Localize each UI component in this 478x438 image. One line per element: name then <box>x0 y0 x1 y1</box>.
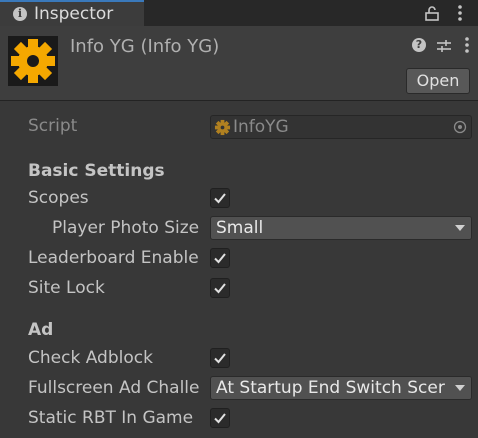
scopes-checkbox[interactable] <box>210 188 230 208</box>
check-adblock-label: Check Adblock <box>28 348 153 368</box>
site-lock-checkbox[interactable] <box>210 278 230 298</box>
section-basic-settings: Basic Settings <box>28 161 165 181</box>
gear-icon <box>8 36 58 86</box>
script-label: Script <box>28 116 78 136</box>
open-button[interactable]: Open <box>406 68 470 94</box>
tab-inspector[interactable]: i Inspector <box>0 0 144 26</box>
chevron-down-icon <box>449 217 471 239</box>
fullscreen-ad-value: At Startup End Switch Scer <box>216 378 445 398</box>
script-field[interactable]: InfoYG <box>210 115 472 139</box>
player-photo-size-dropdown[interactable]: Small <box>210 216 472 240</box>
gear-icon <box>214 119 231 136</box>
tab-bar: i Inspector <box>0 0 478 26</box>
checkmark-icon <box>214 413 226 424</box>
section-ad: Ad <box>28 320 54 340</box>
tab-label: Inspector <box>34 4 114 24</box>
checkmark-icon <box>214 193 226 204</box>
component-header: Info YG (Info YG) ? Open <box>0 26 478 100</box>
checkmark-icon <box>214 253 226 264</box>
player-photo-size-label: Player Photo Size <box>52 218 200 238</box>
player-photo-size-value: Small <box>216 218 264 238</box>
chevron-down-icon <box>449 377 471 399</box>
lock-icon[interactable] <box>424 5 440 21</box>
script-value: InfoYG <box>233 117 289 137</box>
leaderboard-enable-label: Leaderboard Enable <box>28 248 199 268</box>
fullscreen-ad-dropdown[interactable]: At Startup End Switch Scer <box>210 376 472 400</box>
static-rbt-label: Static RBT In Game <box>28 408 194 428</box>
scopes-label: Scopes <box>28 188 89 208</box>
component-title: Info YG (Info YG) <box>70 36 220 57</box>
header-divider <box>0 100 478 101</box>
checkmark-icon <box>214 283 226 294</box>
checkmark-icon <box>214 353 226 364</box>
static-rbt-checkbox[interactable] <box>210 408 230 428</box>
presets-icon[interactable] <box>436 38 452 54</box>
leaderboard-enable-checkbox[interactable] <box>210 248 230 268</box>
site-lock-label: Site Lock <box>28 278 105 298</box>
help-icon[interactable]: ? <box>412 38 426 52</box>
kebab-menu-icon[interactable] <box>464 36 470 54</box>
object-picker-icon[interactable] <box>453 120 467 134</box>
info-icon: i <box>13 7 27 21</box>
kebab-menu-icon[interactable] <box>456 4 464 22</box>
inspector-window: i Inspector Info YG (Info YG) ? Open Scr… <box>0 0 478 438</box>
fullscreen-ad-label: Fullscreen Ad Challe <box>28 378 200 398</box>
check-adblock-checkbox[interactable] <box>210 348 230 368</box>
